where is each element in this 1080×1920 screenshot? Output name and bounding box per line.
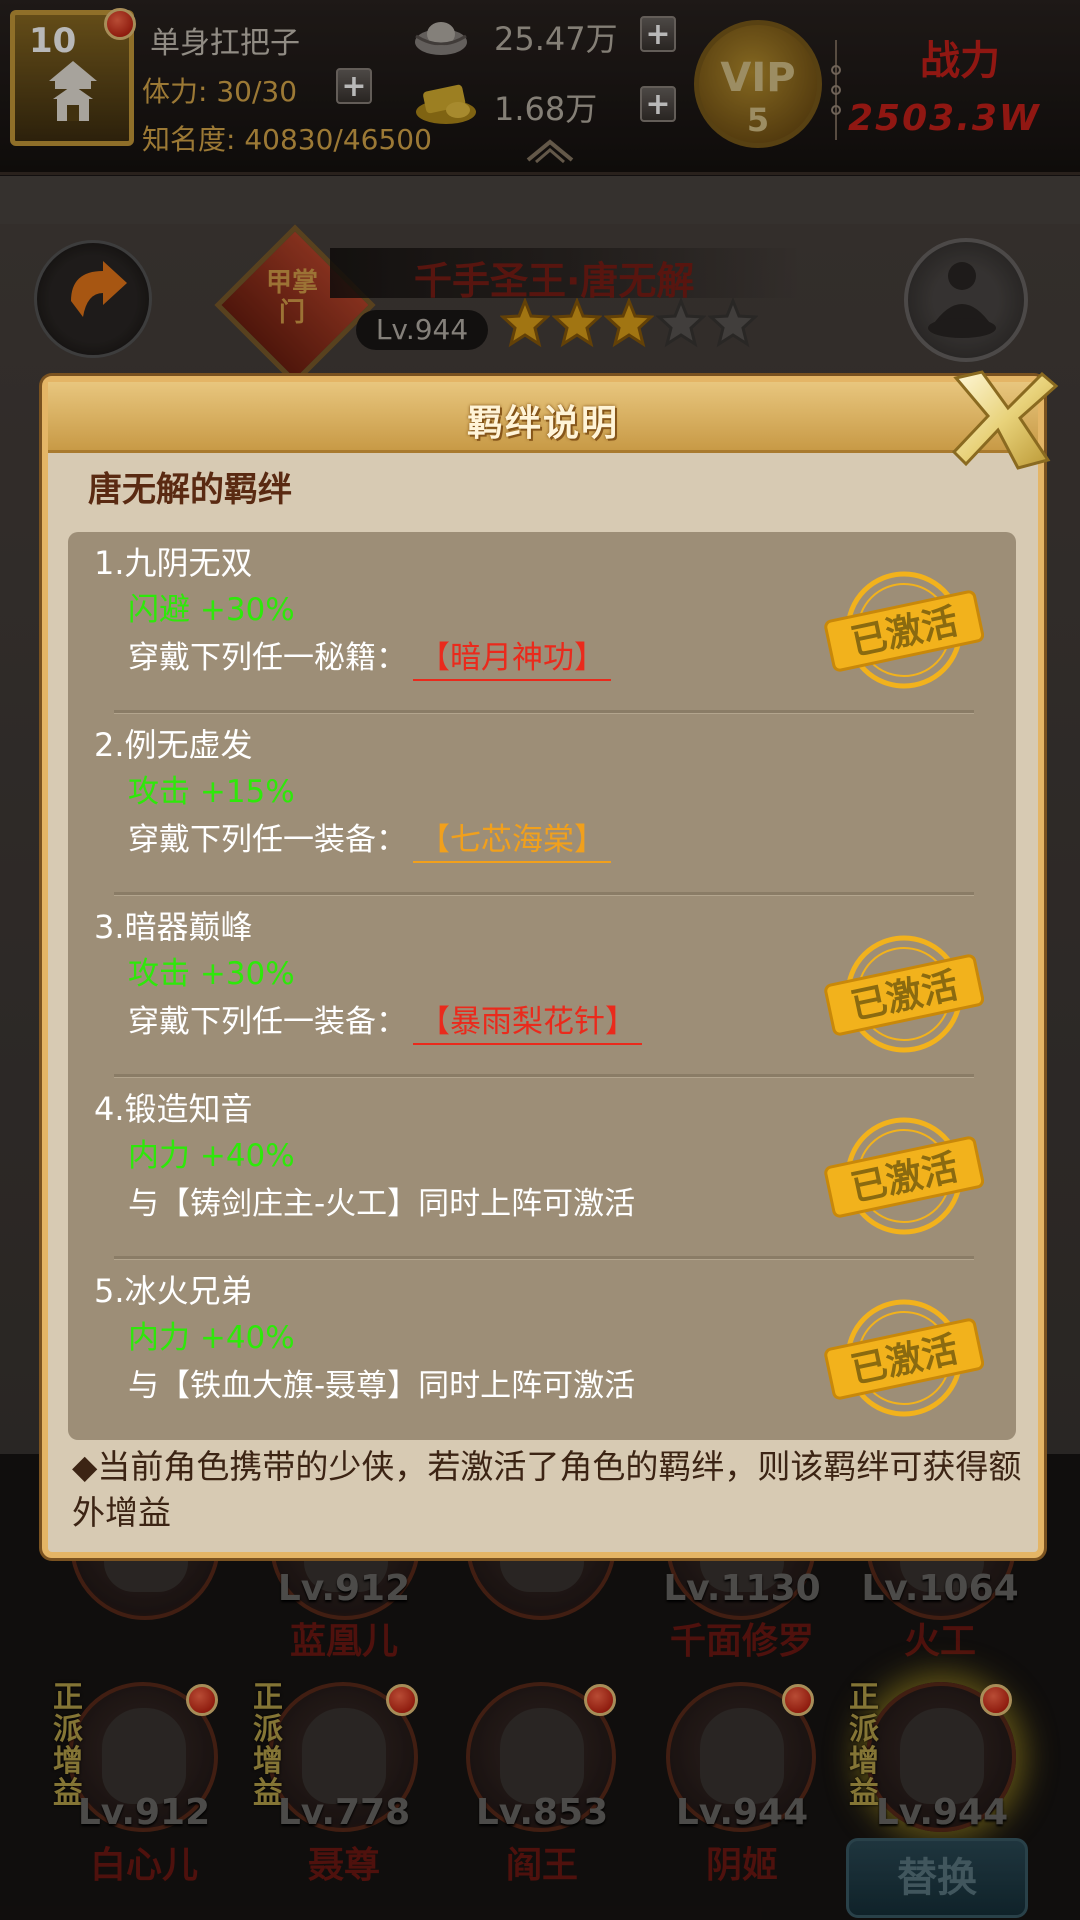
bond-title: 1.九阴无双: [94, 544, 253, 582]
bond-requirement: 穿戴下列任一秘籍： 【暗月神功】: [128, 632, 611, 681]
bond-bonus: 攻击 +15%: [128, 774, 295, 810]
bond-subtitle: 唐无解的羁绊: [88, 470, 292, 510]
bond-title: 5.冰火兄弟: [94, 1272, 253, 1310]
bond-requirement: 穿戴下列任一装备： 【暴雨梨花针】: [128, 996, 642, 1045]
bond-requirement-text: 穿戴下列任一装备：: [128, 1004, 407, 1040]
activated-stamp: 已激活: [824, 934, 985, 1054]
bond-title: 2.例无虚发: [94, 726, 253, 764]
bond-item: 1.九阴无双闪避 +30% 穿戴下列任一秘籍： 【暗月神功】 已激活: [68, 532, 1016, 714]
bond-requirement-text: 穿戴下列任一秘籍：: [128, 640, 407, 676]
bond-bonus: 闪避 +30%: [128, 592, 295, 628]
bond-required-item-link[interactable]: 【暗月神功】: [413, 632, 611, 681]
close-icon: [951, 370, 1059, 470]
popup-header: 羁绊说明: [48, 382, 1038, 453]
bond-requirement-text: 与【铸剑庄主-火工】同时上阵可激活: [128, 1186, 636, 1222]
bond-bonus: 内力 +40%: [128, 1320, 295, 1356]
activated-stamp: 已激活: [824, 1116, 985, 1236]
bond-item: 3.暗器巅峰攻击 +30% 穿戴下列任一装备： 【暴雨梨花针】 已激活: [68, 896, 1016, 1078]
bond-bonus: 攻击 +30%: [128, 956, 295, 992]
bond-bonus: 内力 +40%: [128, 1138, 295, 1174]
bond-footer-note: ◆当前角色携带的少侠，若激活了角色的羁绊，则该羁绊可获得额外增益: [72, 1447, 1022, 1532]
bond-title: 4.锻造知音: [94, 1090, 253, 1128]
close-button[interactable]: [948, 368, 1060, 476]
bond-required-item-link[interactable]: 【七芯海棠】: [413, 814, 611, 863]
bond-requirement-text: 与【铁血大旗-聂尊】同时上阵可激活: [128, 1368, 636, 1404]
bond-requirement: 穿戴下列任一装备： 【七芯海棠】: [128, 814, 611, 863]
bond-item: 5.冰火兄弟内力 +40% 与【铁血大旗-聂尊】同时上阵可激活 已激活: [68, 1260, 1016, 1442]
activated-stamp: 已激活: [824, 570, 985, 690]
bond-title: 3.暗器巅峰: [94, 908, 253, 946]
bond-list: 1.九阴无双 闪避 +30% 穿戴下列任一秘籍： 【暗月神功】 已激活 2.例无虚发 攻击 …: [68, 532, 1016, 1440]
activated-stamp: 已激活: [824, 1298, 985, 1418]
bond-item: 4.锻造知音内力 +40% 与【铸剑庄主-火工】同时上阵可激活 已激活: [68, 1078, 1016, 1260]
bond-requirement-text: 穿戴下列任一装备：: [128, 822, 407, 858]
bond-requirement: 与【铁血大旗-聂尊】同时上阵可激活: [128, 1360, 635, 1405]
bond-info-popup: 羁绊说明 唐无解的羁绊 1.九阴无双闪避 +30% 穿戴下列任一秘籍： 【暗月神功】…: [42, 376, 1044, 1558]
bond-required-item-link[interactable]: 【暴雨梨花针】: [413, 996, 642, 1045]
popup-title: 羁绊说明: [466, 403, 619, 444]
bond-item: 2.例无虚发攻击 +15% 穿戴下列任一装备： 【七芯海棠】: [68, 714, 1016, 896]
bond-requirement: 与【铸剑庄主-火工】同时上阵可激活: [128, 1178, 635, 1223]
